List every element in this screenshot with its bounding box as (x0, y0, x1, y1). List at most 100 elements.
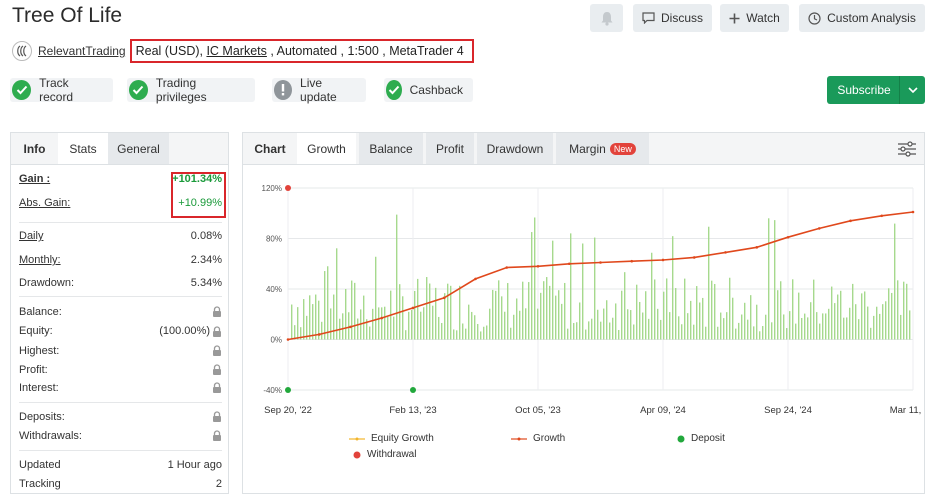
y-tick-label: 0% (270, 336, 282, 345)
subscribe-button[interactable]: Subscribe (827, 76, 925, 104)
volume-bar (345, 288, 347, 340)
updated-label: Updated (19, 459, 61, 471)
daily-value: 0.08% (190, 230, 222, 242)
legend-label: Equity Growth (371, 433, 434, 444)
tab-info[interactable]: Info (11, 133, 58, 164)
volume-bar (534, 217, 536, 340)
volume-bar (468, 304, 470, 340)
legend-label: Deposit (691, 433, 725, 444)
volume-bar (909, 310, 911, 340)
volume-bar (351, 280, 353, 340)
legend-equity-growth[interactable]: Equity Growth (349, 433, 434, 444)
volume-bar (780, 281, 782, 340)
tab-balance[interactable]: Balance (359, 133, 423, 164)
growth-point (817, 227, 821, 230)
volume-bar (702, 297, 704, 340)
stat-balance: Balance: (19, 306, 222, 318)
volume-bar (558, 290, 560, 340)
lock-icon (213, 345, 221, 356)
volume-bar (405, 330, 407, 340)
badge-cashback[interactable]: Cashback (384, 78, 473, 102)
volume-bar (864, 291, 866, 340)
page-title: Tree Of Life (12, 4, 123, 27)
tab-drawdown[interactable]: Drawdown (477, 133, 553, 164)
tab-margin[interactable]: Margin New (556, 133, 649, 164)
badge-label: Track record (39, 76, 74, 104)
y-tick-label: 80% (266, 235, 282, 244)
lock-icon (213, 306, 221, 317)
check-icon (386, 80, 402, 100)
volume-bar (369, 326, 371, 340)
volume-bar (783, 314, 785, 340)
volume-bar (726, 312, 728, 340)
volume-bar (849, 307, 851, 340)
account-details: Real (USD), IC Markets , Automated , 1:5… (129, 39, 474, 63)
tab-stats[interactable]: Stats (58, 133, 108, 164)
volume-bar (786, 328, 788, 340)
check-icon (12, 80, 32, 100)
tab-profit[interactable]: Profit (426, 133, 474, 164)
volume-bar (858, 319, 860, 340)
volume-bar (708, 226, 710, 340)
badge-track-record[interactable]: Track record (10, 76, 113, 104)
growth-point (849, 219, 852, 223)
volume-bar (384, 306, 386, 340)
volume-bar (297, 307, 299, 340)
volume-bar (732, 297, 734, 340)
volume-bar (768, 218, 770, 340)
volume-bar (555, 295, 557, 340)
volume-bar (315, 294, 317, 340)
volume-bar (759, 331, 761, 340)
volume-bar (441, 323, 443, 340)
discuss-button[interactable]: Discuss (633, 4, 712, 32)
volume-bar (870, 327, 872, 340)
chart-settings-button[interactable] (890, 133, 924, 164)
account-details-text: , Automated , 1:500 , MetaTrader 4 (266, 44, 464, 58)
x-tick-label: Sep 24, '24 (764, 405, 812, 416)
volume-bar (375, 256, 377, 340)
volume-bar (402, 296, 404, 340)
withdrawal-marker (285, 185, 291, 191)
tab-chart[interactable]: Chart (243, 133, 297, 164)
volume-bar (309, 295, 311, 340)
volume-bar (876, 306, 878, 340)
badge-trading-privileges[interactable]: Trading privileges (127, 76, 255, 104)
volume-bar (492, 289, 494, 340)
legend-growth[interactable]: Growth (511, 433, 565, 444)
volume-bar (396, 214, 398, 340)
profit-label: Profit: (19, 364, 48, 376)
volume-bar (828, 308, 830, 340)
volume-bar (474, 315, 476, 340)
provider-link[interactable]: RelevantTrading (38, 44, 126, 58)
notify-button[interactable] (590, 4, 623, 32)
custom-analysis-button[interactable]: Custom Analysis (799, 4, 925, 32)
badge-live-update[interactable]: Live update (272, 76, 366, 104)
volume-bar (816, 312, 818, 340)
volume-bar (537, 308, 539, 340)
chevron-down-icon[interactable] (899, 76, 925, 104)
volume-bar (636, 284, 638, 340)
volume-bar (357, 318, 359, 340)
volume-bar (597, 309, 599, 340)
volume-bar (516, 298, 518, 340)
volume-bar (651, 252, 653, 340)
volume-bar (408, 311, 410, 340)
broker-link[interactable]: IC Markets (206, 44, 266, 58)
legend-deposit[interactable]: Deposit (677, 433, 725, 444)
volume-bar (414, 290, 416, 340)
growth-point (442, 296, 446, 300)
monthly-label: Monthly: (19, 254, 61, 266)
volume-bar (819, 323, 821, 340)
growth-point (536, 264, 540, 268)
growth-point (286, 338, 290, 341)
custom-analysis-label: Custom Analysis (827, 11, 916, 25)
volume-bar (660, 319, 662, 340)
highest-label: Highest: (19, 345, 60, 357)
legend-withdrawal[interactable]: Withdrawal (353, 449, 416, 460)
tab-general[interactable]: General (108, 133, 169, 164)
tracking-label: Tracking (19, 478, 61, 490)
chart-tabs: Chart Growth Balance Profit Drawdown Mar… (243, 133, 924, 165)
tab-growth[interactable]: Growth (297, 133, 356, 164)
daily-label: Daily (19, 230, 44, 242)
watch-button[interactable]: Watch (720, 4, 789, 32)
